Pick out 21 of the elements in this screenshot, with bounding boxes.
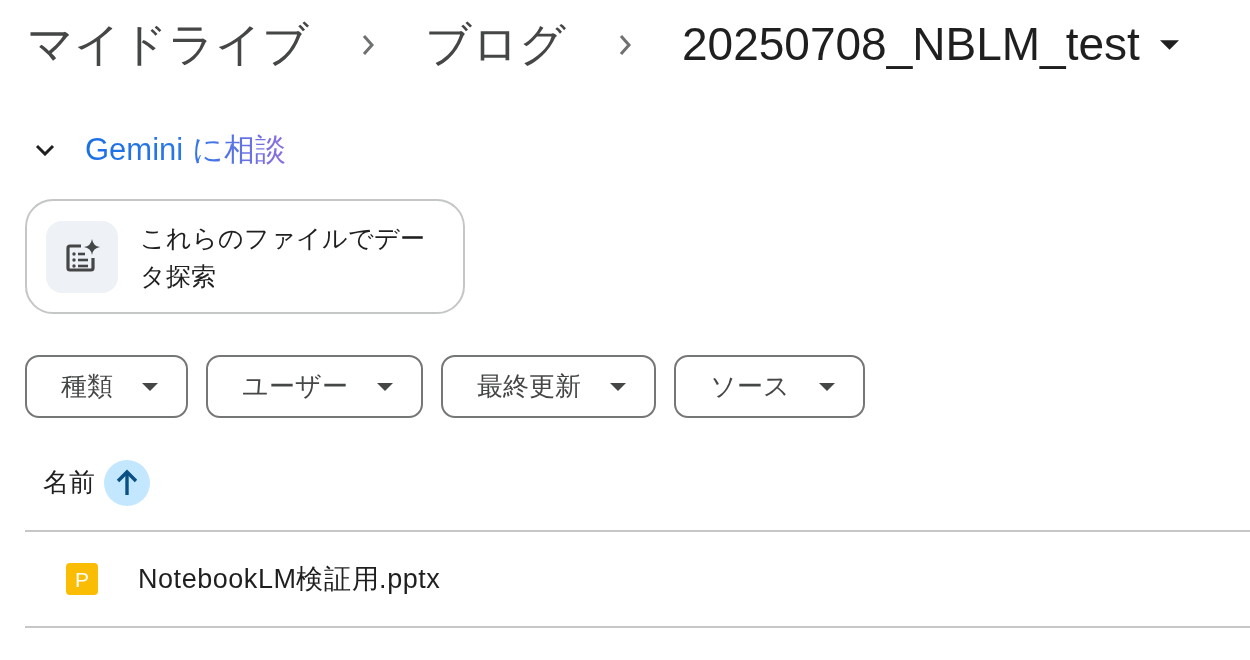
caret-down-icon	[377, 382, 393, 391]
chevron-right-icon	[618, 33, 632, 57]
current-folder-button[interactable]: 20250708_NBLM_test	[682, 17, 1179, 73]
presentation-file-icon: P	[66, 563, 98, 595]
caret-down-icon	[1159, 40, 1179, 50]
caret-down-icon	[610, 382, 626, 391]
sparkle-list-icon	[46, 220, 118, 293]
arrow-up-icon[interactable]	[104, 460, 150, 506]
caret-down-icon	[819, 382, 835, 391]
filter-dropdown-button[interactable]: ユーザー	[206, 355, 423, 418]
filter-dropdown-button[interactable]: 種類	[25, 355, 188, 418]
caret-down-icon	[142, 382, 158, 391]
filter-dropdown-button[interactable]: 最終更新	[441, 355, 656, 418]
breadcrumb-link[interactable]: ブログ	[425, 17, 566, 73]
column-header[interactable]: 名前	[43, 467, 95, 499]
filter-dropdown-button[interactable]: ソース	[674, 355, 865, 418]
suggestion-card[interactable]: これらのファイルでデータ探索	[25, 199, 465, 314]
chevron-down-icon[interactable]	[35, 144, 55, 156]
chevron-right-icon	[361, 33, 375, 57]
breadcrumb-link[interactable]: マイドライブ	[27, 17, 309, 73]
file-name[interactable]: NotebookLM検証用.pptx	[138, 562, 441, 596]
